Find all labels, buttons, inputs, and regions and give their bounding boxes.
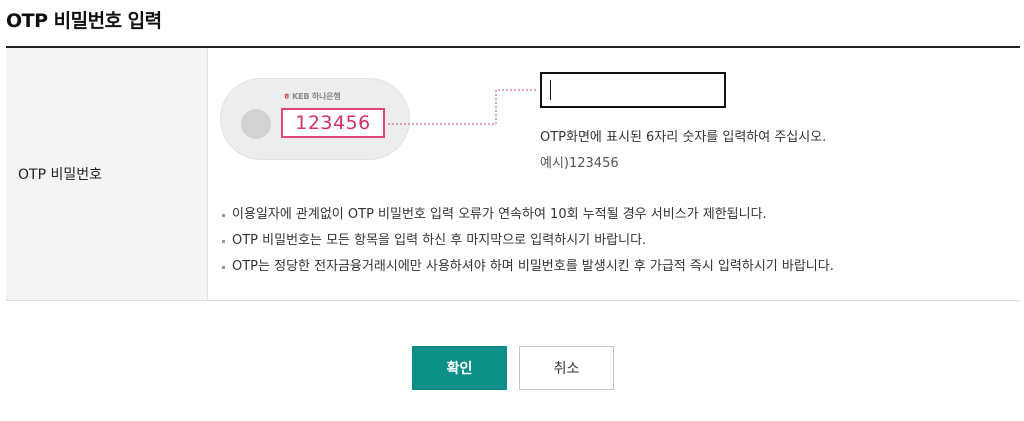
otp-form-table: OTP 비밀번호 ㅎ KEB 하나은행 123456 OTP화면에 표시된 6자리… [6, 46, 1020, 301]
cancel-button[interactable]: 취소 [519, 346, 614, 390]
confirm-button[interactable]: 확인 [412, 346, 507, 390]
bank-logo-icon: ㅎ [283, 92, 291, 101]
notice-list: 이용일자에 관계없이 OTP 비밀번호 입력 오류가 연속하여 10회 누적될 … [220, 202, 834, 280]
text-caret [550, 80, 551, 100]
otp-row-content: ㅎ KEB 하나은행 123456 OTP화면에 표시된 6자리 숫자를 입력하여… [208, 48, 1020, 300]
otp-device-button [241, 109, 271, 139]
notice-item: OTP 비밀번호는 모든 항목을 입력 하신 후 마지막으로 입력하시기 바랍니… [220, 228, 834, 254]
otp-input-guide: OTP화면에 표시된 6자리 숫자를 입력하여 주십시오. [540, 130, 827, 145]
notice-item: 이용일자에 관계없이 OTP 비밀번호 입력 오류가 연속하여 10회 누적될 … [220, 202, 834, 228]
notice-item: OTP는 정당한 전자금융거래시에만 사용하셔야 하며 비밀번호를 발생시킨 후… [220, 254, 834, 280]
bank-brand-text: KEB 하나은행 [292, 92, 341, 101]
otp-input-example: 예시)123456 [540, 156, 619, 171]
bank-brand-label: ㅎ KEB 하나은행 [283, 91, 341, 102]
dotted-connector-line [388, 89, 536, 125]
otp-password-input[interactable] [540, 72, 726, 108]
page-title: OTP 비밀번호 입력 [6, 10, 162, 32]
otp-device-illustration: ㅎ KEB 하나은행 123456 [220, 78, 410, 160]
otp-row-label: OTP 비밀번호 [6, 48, 208, 300]
otp-device-screen: 123456 [281, 108, 385, 138]
